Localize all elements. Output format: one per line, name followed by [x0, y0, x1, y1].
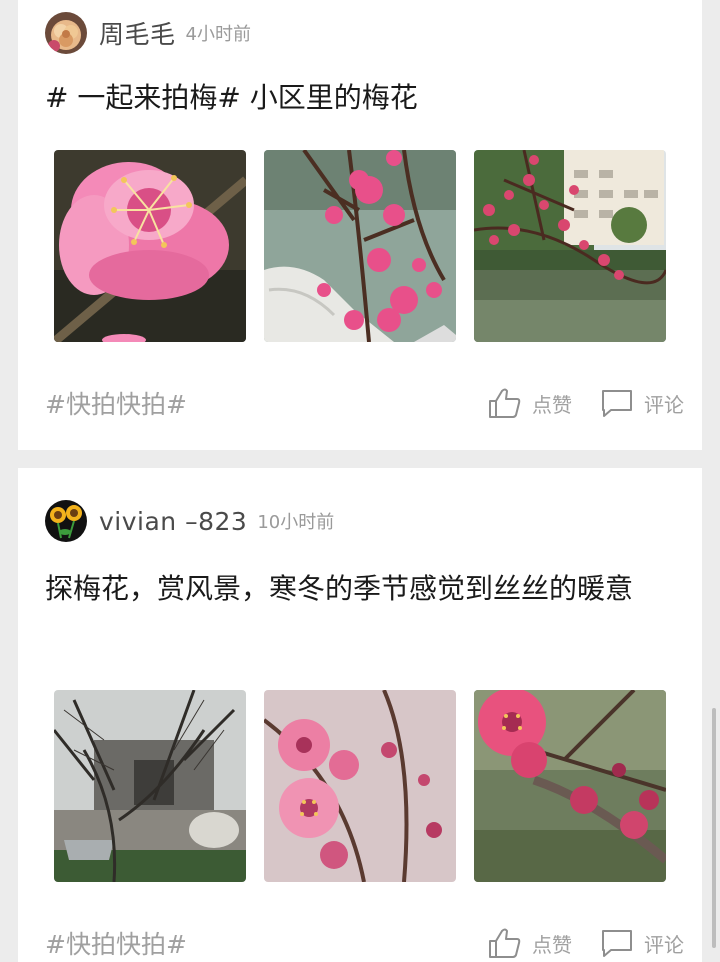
like-button[interactable]: 点赞 [488, 387, 572, 419]
post-time: 4小时前 [185, 24, 251, 45]
avatar[interactable] [45, 500, 87, 542]
post-footer: #快拍快拍# 点赞 评论 [45, 923, 684, 962]
username[interactable]: vivian –823 [99, 507, 247, 536]
like-button[interactable]: 点赞 [488, 927, 572, 959]
thumbs-up-icon [488, 387, 522, 419]
comment-bubble-icon [600, 928, 634, 958]
post-photo[interactable] [264, 150, 456, 342]
like-label: 点赞 [532, 932, 572, 957]
topic-tag[interactable]: #快拍快拍# [45, 925, 460, 961]
thumbs-up-icon [488, 927, 522, 959]
comment-button[interactable]: 评论 [600, 928, 684, 958]
post-text: # 一起来拍梅# 小区里的梅花 [45, 81, 418, 114]
post-author-row: vivian –823 10小时前 [45, 500, 334, 542]
comment-label: 评论 [644, 392, 684, 417]
scrollbar[interactable] [712, 708, 716, 948]
post-footer: #快拍快拍# 点赞 评论 [45, 383, 684, 423]
topic-tag[interactable]: #快拍快拍# [45, 385, 460, 421]
post-photo[interactable] [54, 150, 246, 342]
username[interactable]: 周毛毛 [99, 15, 176, 51]
comment-label: 评论 [644, 932, 684, 957]
post-photo[interactable] [474, 690, 666, 882]
post-photo[interactable] [474, 150, 666, 342]
photo-grid [54, 150, 666, 342]
post-time: 10小时前 [257, 512, 335, 533]
post-text: 探梅花，赏风景，寒冬的季节感觉到丝丝的暖意 [45, 572, 634, 605]
feed: 周毛毛 4小时前 # 一起来拍梅# 小区里的梅花 #快拍快拍# 点赞 评论 vi… [0, 0, 720, 962]
post-photo[interactable] [264, 690, 456, 882]
post-author-row: 周毛毛 4小时前 [45, 12, 251, 54]
photo-grid [54, 690, 666, 882]
post-photo[interactable] [54, 690, 246, 882]
like-label: 点赞 [532, 392, 572, 417]
avatar[interactable] [45, 12, 87, 54]
post-card[interactable]: vivian –823 10小时前 探梅花，赏风景，寒冬的季节感觉到丝丝的暖意 [18, 468, 702, 962]
comment-button[interactable]: 评论 [600, 388, 684, 418]
post-card[interactable]: 周毛毛 4小时前 # 一起来拍梅# 小区里的梅花 #快拍快拍# 点赞 评论 [18, 0, 702, 450]
comment-bubble-icon [600, 388, 634, 418]
